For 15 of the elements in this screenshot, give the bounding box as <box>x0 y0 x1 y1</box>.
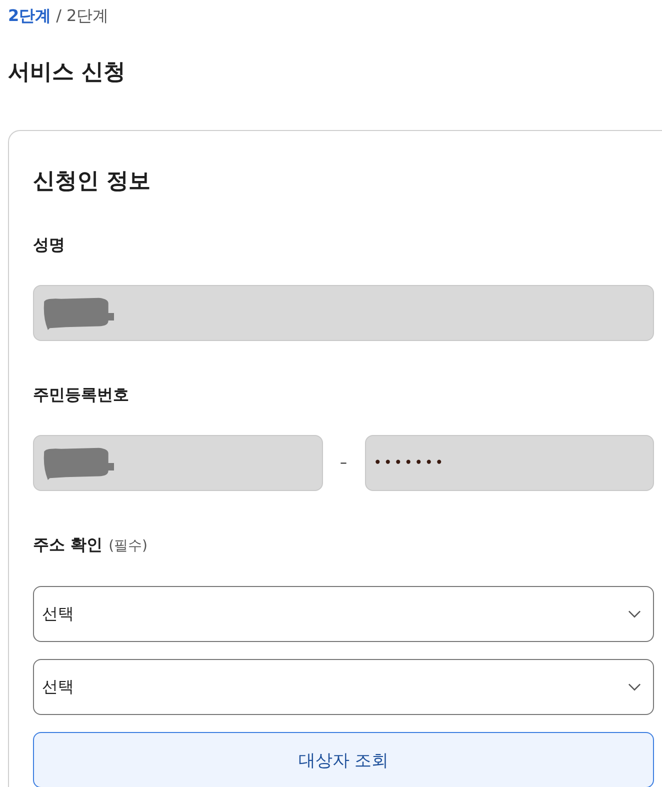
required-note: (필수) <box>108 537 148 556</box>
current-step: 2단계 <box>8 4 52 28</box>
chevron-down-icon <box>628 610 641 618</box>
field-label: 주민등록번호 <box>33 384 129 406</box>
field-label: 주소 확인 <box>33 534 103 556</box>
field-label: 성명 <box>33 234 65 256</box>
select-field[interactable]: 선택 <box>33 586 654 642</box>
breadcrumb-separator: / <box>56 5 62 27</box>
chevron-down-icon <box>628 683 641 691</box>
select-field[interactable]: 선택 <box>33 659 654 715</box>
separator-dash: – <box>339 455 348 471</box>
page-title: 서비스 신청 <box>8 59 127 87</box>
total-steps: 2단계 <box>66 4 109 28</box>
section-title: 신청인 정보 <box>33 168 152 196</box>
search-button[interactable]: 대상자 조회 <box>33 732 654 787</box>
